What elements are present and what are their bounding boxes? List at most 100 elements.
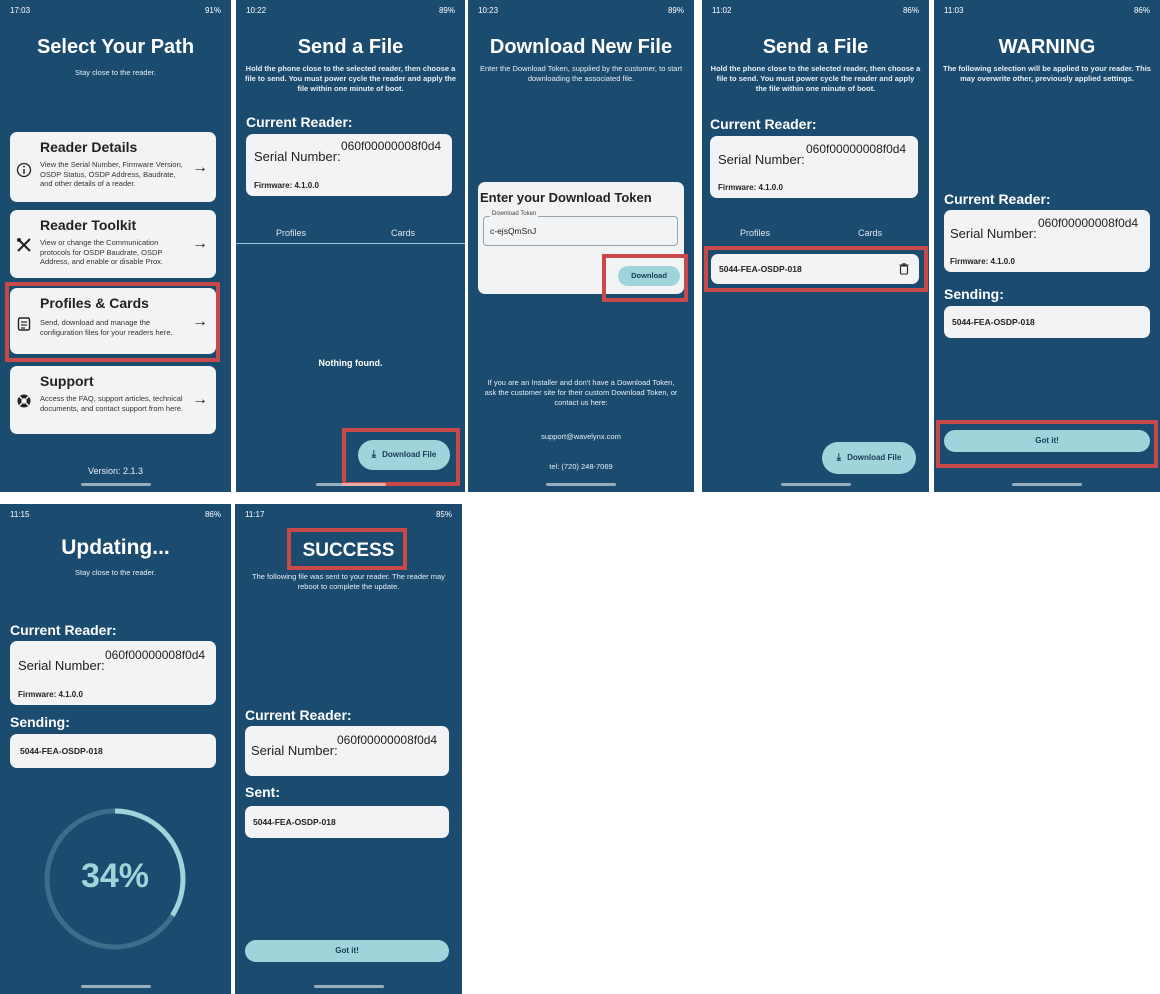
progress-percent: 34% xyxy=(80,857,150,895)
firmware-label: Firmware: 4.1.0.0 xyxy=(254,181,319,190)
page-subtitle: The following selection will be applied … xyxy=(943,64,1151,83)
status-battery: 86% xyxy=(902,6,919,15)
tab-profiles[interactable]: Profiles xyxy=(276,228,306,238)
page-title: Send a File xyxy=(762,36,869,58)
serial-label: Serial Number: xyxy=(950,226,1037,241)
support-phone[interactable]: tel: (720) 248-7069 xyxy=(468,462,694,471)
empty-message: Nothing found. xyxy=(318,358,383,368)
page-subtitle: The following file was sent to your read… xyxy=(252,572,445,591)
menu-item-title: Reader Details xyxy=(40,139,138,155)
menu-item-desc: View the Serial Number, Firmware Version… xyxy=(40,160,183,188)
reader-card: Serial Number: 060f00000008f0d4 Firmware… xyxy=(944,210,1150,272)
menu-item-desc: View or change the Communication protoco… xyxy=(40,238,163,266)
status-bar: 11:03 86% xyxy=(934,0,1160,22)
file-card: 5044-FEA-OSDP-018 xyxy=(944,306,1150,338)
reader-card: Serial Number: 060f00000008f0d4 xyxy=(245,726,449,776)
highlight-box xyxy=(5,282,220,362)
nav-handle xyxy=(80,483,151,486)
status-time: 11:02 xyxy=(712,6,732,15)
info-icon xyxy=(16,162,32,178)
file-name: 5044-FEA-OSDP-018 xyxy=(253,817,336,827)
tab-cards[interactable]: Cards xyxy=(858,228,882,238)
lifebuoy-icon xyxy=(17,394,31,408)
token-card-title: Enter your Download Token xyxy=(480,190,652,205)
menu-item-desc: Access the FAQ, support articles, techni… xyxy=(40,394,183,413)
highlight-box xyxy=(704,246,928,292)
field-label: Download Token xyxy=(490,211,539,217)
status-battery: 85% xyxy=(435,510,452,519)
firmware-label: Firmware: 4.1.0.0 xyxy=(718,183,783,192)
tab-cards[interactable]: Cards xyxy=(391,228,415,238)
arrow-right-icon: → xyxy=(192,235,208,252)
nav-handle xyxy=(80,985,151,988)
serial-label: Serial Number: xyxy=(251,743,338,758)
tab-divider xyxy=(236,243,465,244)
nav-handle xyxy=(313,985,384,988)
reader-card: Serial Number: 060f00000008f0d4 Firmware… xyxy=(710,136,918,198)
page-title: Download New File xyxy=(489,36,673,58)
current-reader-label: Current Reader: xyxy=(944,191,1051,207)
menu-item-reader-details[interactable]: Reader Details View the Serial Number, F… xyxy=(10,132,216,202)
arrow-right-icon: → xyxy=(192,159,208,176)
download-icon: ⤓ xyxy=(836,452,842,463)
serial-label: Serial Number: xyxy=(18,658,105,673)
status-time: 10:22 xyxy=(246,6,267,15)
nav-handle xyxy=(546,483,616,486)
highlight-box xyxy=(287,528,407,570)
tab-bar: Profiles Cards xyxy=(702,222,929,246)
nav-handle xyxy=(780,483,851,486)
screen-send-file-empty: 10:22 89% Send a File Hold the phone clo… xyxy=(236,0,465,492)
highlight-box xyxy=(342,428,460,486)
page-subtitle: Hold the phone close to the selected rea… xyxy=(710,64,921,93)
current-reader-label: Current Reader: xyxy=(710,116,817,132)
status-bar: 10:22 89% xyxy=(236,0,465,22)
serial-value: 060f00000008f0d4 xyxy=(1038,216,1139,230)
nav-handle xyxy=(315,483,386,486)
page-title: WARNING xyxy=(998,36,1096,58)
status-battery: 86% xyxy=(1133,6,1150,15)
screen-warning: 11:03 86% WARNING The following selectio… xyxy=(934,0,1160,492)
file-name: 5044-FEA-OSDP-018 xyxy=(952,317,1035,327)
tools-icon xyxy=(17,238,31,252)
current-reader-label: Current Reader: xyxy=(246,114,353,130)
download-file-button[interactable]: ⤓ Download File xyxy=(822,442,916,474)
highlight-box xyxy=(602,254,688,302)
page-title: Updating... xyxy=(61,536,170,559)
status-time: 10:23 xyxy=(478,6,499,15)
status-battery: 91% xyxy=(204,6,221,15)
sending-label: Sending: xyxy=(10,714,70,730)
status-time: 17:03 xyxy=(10,6,31,15)
status-bar: 11:15 86% xyxy=(0,504,231,526)
got-it-button[interactable]: Got it! xyxy=(245,940,449,962)
status-bar: 10:23 89% xyxy=(468,0,694,22)
serial-label: Serial Number: xyxy=(718,152,805,167)
nav-handle xyxy=(1012,483,1082,486)
menu-item-support[interactable]: Support Access the FAQ, support articles… xyxy=(10,366,216,434)
download-token-field[interactable]: Download Token c-ejsQmSnJ xyxy=(483,211,678,246)
screen-success: 11:17 85% SUCCESS The following file was… xyxy=(235,504,462,994)
sent-label: Sent: xyxy=(245,784,280,800)
file-card: 5044-FEA-OSDP-018 xyxy=(10,734,216,768)
file-name: 5044-FEA-OSDP-018 xyxy=(20,746,103,756)
menu-item-reader-toolkit[interactable]: Reader Toolkit View or change the Commun… xyxy=(10,210,216,278)
screen-download-new-file: 10:23 89% Download New File Enter the Do… xyxy=(468,0,694,492)
reader-card: Serial Number: 060f00000008f0d4 Firmware… xyxy=(246,134,452,196)
version-label: Version: 2.1.3 xyxy=(87,466,144,476)
page-subtitle: Stay close to the reader. xyxy=(75,568,156,577)
page-subtitle: Stay close to the reader. xyxy=(75,68,156,77)
screen-updating: 11:15 86% Updating... Stay close to the … xyxy=(0,504,231,994)
status-bar: 11:17 85% xyxy=(235,504,462,526)
serial-label: Serial Number: xyxy=(254,149,341,164)
page-subtitle: Hold the phone close to the selected rea… xyxy=(244,64,457,93)
serial-value: 060f00000008f0d4 xyxy=(806,142,907,156)
tab-profiles[interactable]: Profiles xyxy=(740,228,770,238)
serial-value: 060f00000008f0d4 xyxy=(105,648,206,662)
reader-card: Serial Number: 060f00000008f0d4 Firmware… xyxy=(10,641,216,705)
firmware-label: Firmware: 4.1.0.0 xyxy=(18,690,83,699)
support-email[interactable]: support@wavelynx.com xyxy=(468,432,694,441)
serial-value: 060f00000008f0d4 xyxy=(341,139,442,153)
field-value: c-ejsQmSnJ xyxy=(490,226,537,236)
arrow-right-icon: → xyxy=(192,391,208,408)
status-time: 11:17 xyxy=(245,510,265,519)
status-time: 11:03 xyxy=(944,6,964,15)
